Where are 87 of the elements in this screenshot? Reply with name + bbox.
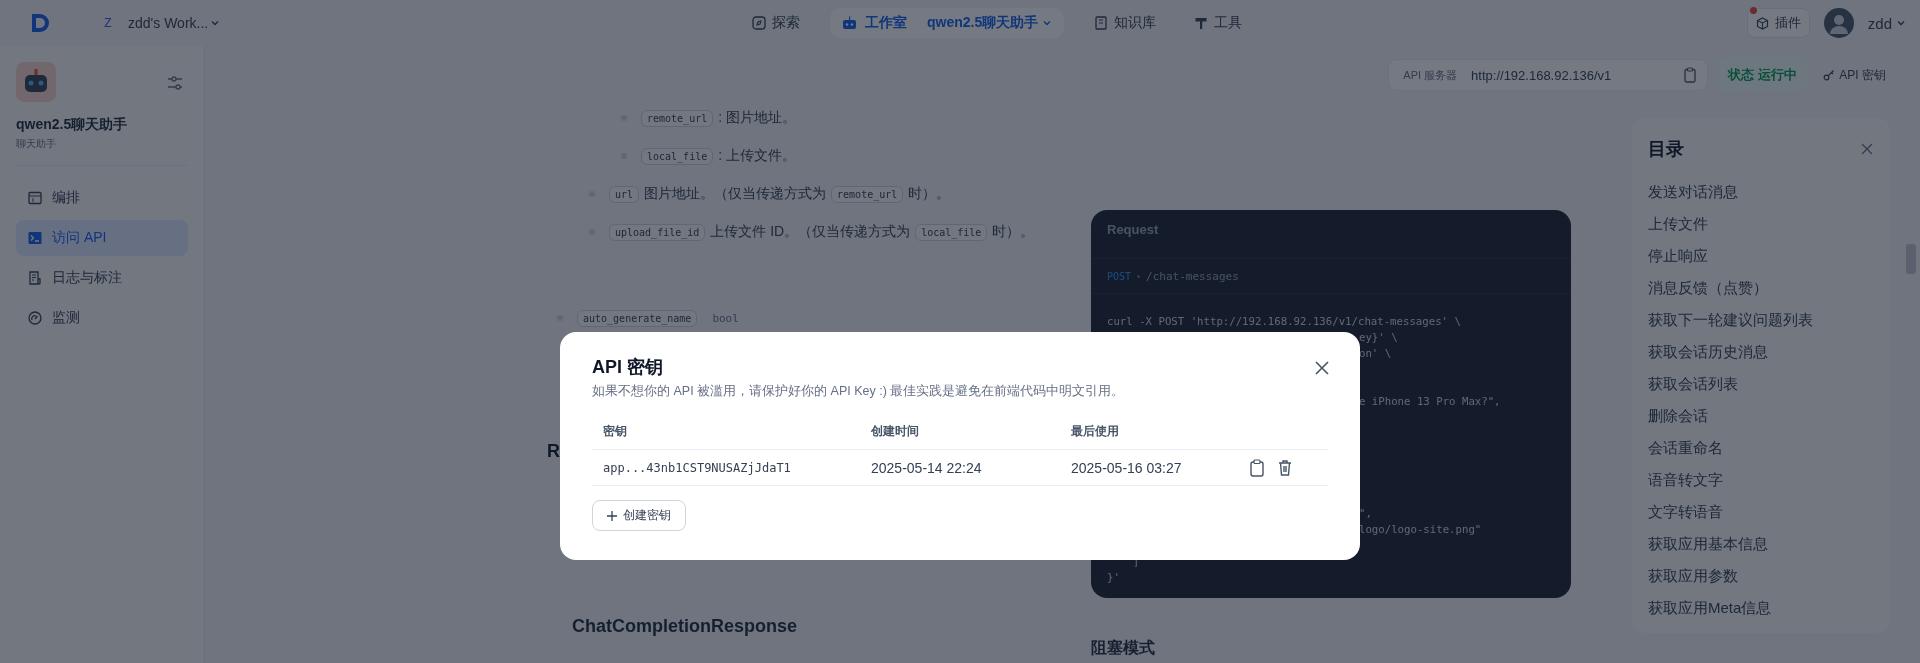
robot-icon: [16, 62, 56, 102]
dialog-title: API 密钥: [592, 356, 663, 379]
section-heading: R: [547, 441, 561, 462]
sidebar-item[interactable]: 访问 API: [16, 220, 188, 256]
nav-tab[interactable]: 知识库: [1086, 8, 1165, 38]
compass-icon: [752, 16, 766, 30]
robot-icon: [842, 16, 857, 30]
param-description: 时）。: [992, 223, 1035, 241]
nav-tab[interactable]: 探索: [744, 8, 808, 38]
toc-link[interactable]: 获取会话列表: [1648, 368, 1874, 400]
cube-icon: [1755, 16, 1769, 30]
param-description: : 上传文件。: [718, 147, 796, 165]
chevron-down-icon: [1042, 18, 1053, 28]
toc-link[interactable]: 获取会话历史消息: [1648, 336, 1874, 368]
create-key-button[interactable]: 创建密钥: [592, 500, 686, 531]
code-tag: remote_url: [831, 185, 904, 203]
toc-link[interactable]: 上传文件: [1648, 208, 1874, 240]
key-icon: [1823, 69, 1836, 81]
status-label: 状态: [1728, 66, 1755, 84]
table-cell-text: 2025-05-14 22:24: [871, 459, 983, 476]
toc-link[interactable]: 获取应用基本信息: [1648, 528, 1874, 560]
server-url: http://192.168.92.136/v1: [1471, 67, 1613, 83]
code-line: ey}' \: [1359, 331, 1398, 344]
toc-title: 目录: [1648, 138, 1684, 161]
chevron-down-icon: [210, 18, 221, 28]
column-header: 创建时间: [871, 423, 920, 440]
toc-link[interactable]: 发送对话消息: [1648, 176, 1874, 208]
nav-tab[interactable]: 工作室 qwen2.5聊天助手: [830, 8, 1065, 38]
toc-link[interactable]: 文字转语音: [1648, 496, 1874, 528]
sidebar-item[interactable]: 编排: [16, 180, 188, 216]
toc-link[interactable]: 获取应用参数: [1648, 560, 1874, 592]
toc-link[interactable]: 停止响应: [1648, 240, 1874, 272]
toc-link[interactable]: 获取下一轮建议问题列表: [1648, 304, 1874, 336]
code-tag: remote_url: [641, 109, 714, 127]
sidebar-item[interactable]: 监测: [16, 300, 188, 336]
code-tag: auto_generate_name: [577, 309, 698, 327]
column-header: 最后使用: [1071, 423, 1120, 440]
param-description: 图片地址。（仅当传递方式为: [644, 185, 827, 203]
nav-tab[interactable]: 工具: [1186, 8, 1251, 38]
code-tag: local_file: [641, 147, 714, 165]
document-icon: [28, 271, 42, 285]
status-value: 运行中: [1758, 66, 1798, 84]
toc-link[interactable]: 删除会话: [1648, 400, 1874, 432]
avatar[interactable]: [1823, 8, 1854, 38]
code-tag: url: [609, 185, 640, 203]
code-line: on' \: [1359, 347, 1392, 360]
close-icon[interactable]: [1314, 360, 1330, 376]
param-description: : 图片地址。: [718, 109, 796, 127]
section-heading: ChatCompletionResponse: [572, 616, 799, 637]
hammer-icon: [1194, 16, 1209, 30]
code-line: curl -X POST 'http://192.168.92.136/v1/chat-messages' \: [1107, 315, 1461, 328]
copy-icon[interactable]: [1248, 458, 1266, 477]
code-line: logo/logo-site.png": [1359, 523, 1482, 536]
terminal-icon: [28, 231, 42, 245]
chevron-down-icon: [1896, 18, 1906, 28]
table-cell-text: app...43nb1CST9NUSAZjJdaT1: [603, 460, 792, 475]
column-header: 密钥: [603, 423, 628, 440]
plugins-button[interactable]: 插件: [1746, 8, 1810, 38]
user-menu[interactable]: zdd: [1867, 14, 1906, 32]
app-switcher[interactable]: qwen2.5聊天助手: [927, 14, 1053, 32]
toc-link[interactable]: 语音转文字: [1648, 464, 1874, 496]
param-description: 时）。: [908, 185, 951, 203]
book-icon: [1094, 16, 1109, 30]
code-tag: upload_file_id: [609, 223, 706, 241]
param-description: 上传文件 ID。（仅当传递方式为: [710, 223, 911, 241]
logo-icon[interactable]: [30, 12, 50, 34]
http-method: POST: [1107, 270, 1132, 282]
api-key-button[interactable]: API 密钥: [1817, 58, 1892, 92]
code-line: }': [1107, 571, 1120, 584]
code-line: e iPhone 13 Pro Max?",: [1359, 395, 1501, 408]
trash-icon[interactable]: [1276, 458, 1294, 477]
code-line: ",: [1359, 507, 1372, 520]
sidebar-item[interactable]: 日志与标注: [16, 260, 188, 296]
toc-link[interactable]: 会话重命名: [1648, 432, 1874, 464]
section-heading: 阻塞模式: [1091, 638, 1156, 658]
toc-link[interactable]: 获取应用Meta信息: [1648, 592, 1874, 624]
table-cell-text: 2025-05-16 03:27: [1071, 459, 1183, 476]
app-name: qwen2.5聊天助手: [16, 116, 129, 134]
gauge-icon: [28, 311, 42, 325]
code-tag: local_file: [915, 223, 988, 241]
workspace-avatar: Z: [103, 15, 113, 32]
toc-link[interactable]: 消息反馈（点赞）: [1648, 272, 1874, 304]
sliders-icon[interactable]: [166, 74, 184, 92]
workspace-switcher[interactable]: zdd's Work...: [128, 15, 221, 31]
plus-icon: [607, 510, 617, 521]
dialog-description: 如果不想你的 API 被滥用，请保护好你的 API Key :) 最佳实践是避免在前端代码中明文引用。: [592, 383, 1126, 400]
layout-icon: [28, 191, 42, 205]
